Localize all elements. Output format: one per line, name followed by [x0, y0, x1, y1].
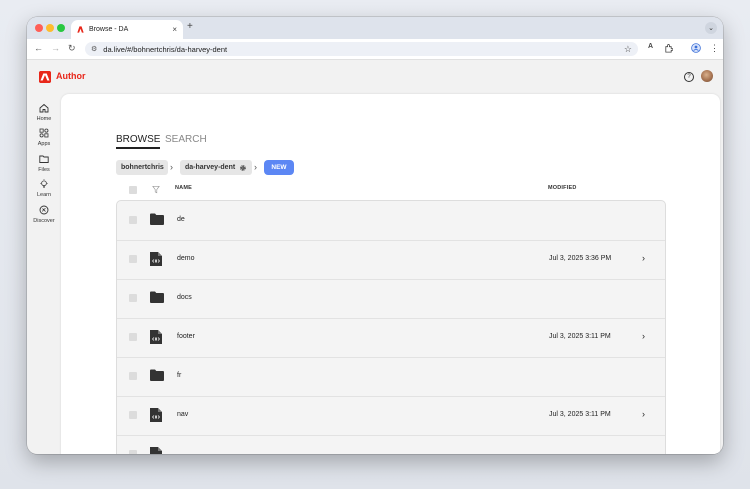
sidebar-item-home[interactable]: Home: [27, 103, 61, 122]
reload-icon[interactable]: ↻: [68, 43, 76, 54]
column-header-modified[interactable]: MODIFIED: [548, 185, 577, 191]
html-document-icon: [150, 447, 162, 454]
filter-icon[interactable]: [152, 185, 160, 194]
tab-browse[interactable]: BROWSE: [116, 134, 161, 149]
sidebar-item-label: Files: [38, 167, 50, 173]
new-button[interactable]: NEW: [264, 160, 294, 175]
list-item[interactable]: docs: [117, 279, 665, 319]
folder-icon: [150, 369, 164, 381]
chevron-right-icon[interactable]: ›: [642, 331, 645, 341]
folder-icon: [39, 155, 49, 163]
tab-search-button[interactable]: ⌄: [705, 22, 717, 34]
modified-date: Jul 3, 2025 3:11 PM: [549, 333, 611, 340]
row-checkbox[interactable]: [129, 333, 137, 341]
lightbulb-icon: [40, 179, 48, 188]
folder-icon: [150, 291, 164, 303]
row-checkbox[interactable]: [129, 372, 137, 380]
app-header: Author ?: [27, 60, 723, 94]
row-checkbox[interactable]: [129, 411, 137, 419]
sidebar-item-label: Discover: [33, 218, 55, 224]
row-checkbox[interactable]: [129, 216, 137, 224]
list-item[interactable]: fr: [117, 357, 665, 397]
help-icon[interactable]: ?: [684, 72, 694, 82]
select-all-checkbox[interactable]: [129, 186, 137, 194]
list-item[interactable]: footer Jul 3, 2025 3:11 PM ›: [117, 318, 665, 358]
breadcrumb-item-root[interactable]: bohnertchris: [116, 160, 168, 175]
sidebar-item-label: Apps: [37, 141, 51, 147]
app-title: Author: [56, 71, 86, 81]
browser-tab[interactable]: Browse - DA ×: [71, 20, 183, 39]
html-document-icon: [150, 408, 162, 422]
adobe-favicon-icon: [77, 26, 84, 33]
sidebar-item-discover[interactable]: Discover: [27, 205, 61, 224]
chevron-right-icon[interactable]: ›: [642, 409, 645, 419]
chevron-right-icon[interactable]: ›: [642, 253, 645, 263]
row-checkbox[interactable]: [129, 450, 137, 454]
back-icon[interactable]: ←: [34, 43, 43, 53]
address-bar[interactable]: ⚙ da.live/#/bohnertchris/da-harvey-dent …: [85, 42, 638, 56]
row-checkbox[interactable]: [129, 294, 137, 302]
html-document-icon: [150, 330, 162, 344]
close-window-button[interactable]: [35, 24, 43, 32]
list-item[interactable]: nav Jul 3, 2025 3:11 PM ›: [117, 396, 665, 436]
site-info-icon[interactable]: ⚙: [91, 45, 97, 53]
breadcrumb-separator: ›: [254, 162, 257, 172]
extensions-icon[interactable]: [664, 44, 673, 53]
modified-date: Jul 3, 2025 3:36 PM: [549, 255, 612, 262]
avatar[interactable]: [701, 70, 713, 82]
sidebar-item-label: Learn: [36, 192, 52, 198]
browser-menu-icon[interactable]: ⋮: [710, 43, 719, 54]
home-icon: [39, 103, 49, 113]
new-tab-button[interactable]: +: [187, 21, 193, 32]
forward-icon[interactable]: →: [51, 43, 60, 53]
breadcrumb-label: bohnertchris: [121, 164, 164, 171]
sidebar-item-label: Home: [36, 116, 52, 122]
sidebar-item-learn[interactable]: Learn: [27, 179, 61, 198]
breadcrumb-separator: ›: [170, 162, 173, 172]
minimize-window-button[interactable]: [46, 24, 54, 32]
list-item[interactable]: de: [117, 201, 665, 241]
sidebar-item-files[interactable]: Files: [27, 154, 61, 173]
profile-icon[interactable]: [691, 43, 701, 53]
tab-close-icon[interactable]: ×: [172, 25, 177, 34]
file-name: de: [177, 216, 185, 223]
file-name: fr: [177, 372, 182, 379]
list-item[interactable]: demo Jul 3, 2025 3:36 PM ›: [117, 240, 665, 280]
tab-search[interactable]: SEARCH: [165, 134, 207, 145]
modified-date: Jul 3, 2025 3:11 PM: [549, 411, 611, 418]
file-name: nav: [177, 411, 189, 418]
list-item[interactable]: [117, 435, 665, 454]
file-name: demo: [177, 255, 195, 262]
breadcrumb-item-current[interactable]: da-harvey-dent: [180, 160, 252, 175]
compass-icon: [39, 205, 49, 215]
file-list: de demo Jul 3, 2025 3:36 PM › docs foote…: [116, 200, 666, 454]
browser-window: Browse - DA × + ⌄ ← → ↻ ⚙ da.live/#/bohn…: [27, 17, 723, 454]
adobe-logo-icon: [39, 71, 51, 83]
tab-strip: Browse - DA × + ⌄: [27, 17, 723, 39]
folder-icon: [150, 213, 164, 225]
breadcrumb-label: da-harvey-dent: [185, 164, 236, 171]
tab-title: Browse - DA: [89, 26, 129, 33]
main-panel: BROWSE SEARCH bohnertchris › da-harvey-d…: [61, 94, 720, 454]
column-header-name[interactable]: NAME: [175, 185, 192, 191]
zoom-window-button[interactable]: [57, 24, 65, 32]
html-document-icon: [150, 252, 162, 266]
browser-toolbar: ← → ↻ ⚙ da.live/#/bohnertchris/da-harvey…: [27, 39, 723, 60]
translate-icon[interactable]: A: [648, 43, 653, 50]
url-text[interactable]: da.live/#/bohnertchris/da-harvey-dent: [103, 45, 624, 54]
row-checkbox[interactable]: [129, 255, 137, 263]
sidebar-item-apps[interactable]: Apps: [27, 128, 61, 147]
settings-gear-icon[interactable]: [239, 164, 247, 172]
file-name: docs: [177, 294, 192, 301]
bookmark-star-icon[interactable]: ☆: [624, 44, 632, 55]
file-name: footer: [177, 333, 195, 340]
apps-icon: [39, 128, 49, 138]
